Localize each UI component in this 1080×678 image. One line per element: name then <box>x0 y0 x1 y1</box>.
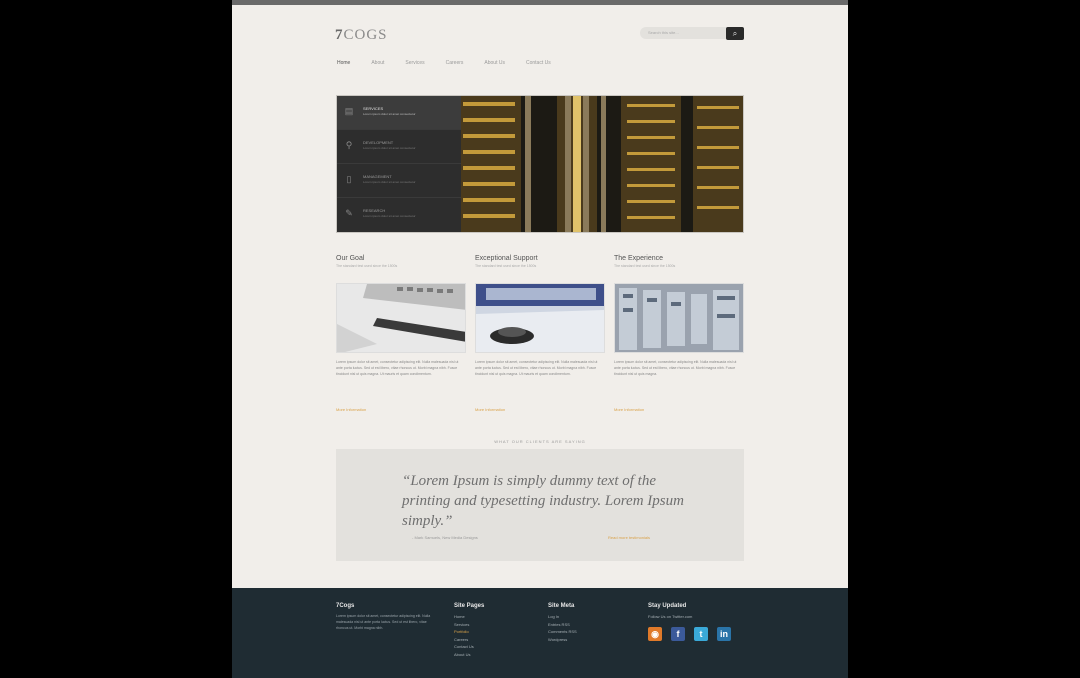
column-subheading: The standard test used since the 1500s <box>336 264 398 268</box>
logo-number: 7 <box>335 27 344 43</box>
nav-services[interactable]: Services <box>405 60 424 66</box>
slide-item-services[interactable]: ▤ SERVICES Lorem ipsum dolor sit amet co… <box>337 96 461 130</box>
footer-site-pages: Site Pages Home Services Portfolio Caree… <box>454 603 484 658</box>
footer-heading: Site Pages <box>454 603 485 609</box>
footer-about: 7Cogs Lorem ipsum dolor sit amet, consec… <box>336 603 434 631</box>
footer-link[interactable]: Contact Us <box>454 643 484 651</box>
slide-item-development[interactable]: ⚲ DEVELOPMENT Lorem ipsum dolor sit amet… <box>337 130 461 164</box>
testimonials-link[interactable]: Read more testimonials <box>608 535 650 540</box>
column-heading: The Experience <box>614 255 664 262</box>
social-links: ◉ f t in <box>648 626 731 641</box>
slide-title: MANAGEMENT <box>363 174 392 179</box>
footer-heading: Site Meta <box>548 603 575 609</box>
footer-link[interactable]: Wordpress <box>548 636 577 644</box>
nav-about-us[interactable]: About Us <box>484 60 505 66</box>
footer-stay-updated: Stay Updated Follow Us on Twitter.com ◉ … <box>648 603 731 641</box>
footer-link[interactable]: Careers <box>454 636 484 644</box>
phone-icon: ▯ <box>346 174 352 184</box>
column-image-datacenter <box>614 283 744 353</box>
twitter-icon[interactable]: t <box>694 626 708 641</box>
column-body: Lorem ipsum dolor sit amet, consectetur … <box>475 360 598 376</box>
linkedin-icon[interactable]: in <box>717 626 731 641</box>
facebook-icon[interactable]: f <box>671 626 685 641</box>
column-subheading: The standard test used since the 1500s <box>614 264 676 268</box>
column-body: Lorem ipsum dolor sit amet, consectetur … <box>336 360 459 376</box>
footer-link[interactable]: Comments RSS <box>548 628 577 636</box>
slide-subtitle: Lorem ipsum dolor sit amet consectetur <box>363 214 416 218</box>
rss-icon[interactable]: ◉ <box>648 626 662 641</box>
footer-updated-text: Follow Us on Twitter.com <box>648 614 693 619</box>
nav-careers[interactable]: Careers <box>446 60 464 66</box>
nav-about[interactable]: About <box>371 60 384 66</box>
slide-title: DEVELOPMENT <box>363 140 394 145</box>
site-logo[interactable]: 7COGS <box>335 27 388 44</box>
slide-item-research[interactable]: ✎ RESEARCH Lorem ipsum dolor sit amet co… <box>337 198 461 232</box>
footer-heading: 7Cogs <box>336 603 355 609</box>
footer-link[interactable]: Entries RSS <box>548 621 577 629</box>
nav-contact-us[interactable]: Contact Us <box>526 60 551 66</box>
feature-column-support: Exceptional Support The standard test us… <box>475 255 605 412</box>
nav-home[interactable]: Home <box>337 60 350 66</box>
feature-column-experience: The Experience The standard test used si… <box>614 255 744 412</box>
search-icon: ⌕ <box>732 29 738 38</box>
footer-link[interactable]: Portfolio <box>454 628 484 636</box>
footer-link[interactable]: About Us <box>454 651 484 659</box>
search-button[interactable]: ⌕ <box>726 27 744 40</box>
footer-link[interactable]: Home <box>454 613 484 621</box>
testimonial-quote: “Lorem Ipsum is simply dummy text of the… <box>402 473 684 529</box>
footer-site-meta: Site Meta Log In Entries RSS Comments RS… <box>548 603 577 643</box>
document-icon: ▤ <box>344 106 354 116</box>
more-info-link[interactable]: More Information <box>614 407 644 412</box>
logo-name: COGS <box>343 27 388 43</box>
column-image-office <box>475 283 605 353</box>
footer-heading: Stay Updated <box>648 603 687 609</box>
main-nav: Home About Services Careers About Us Con… <box>337 60 572 66</box>
magnifier-icon: ⚲ <box>345 140 353 150</box>
page: 7COGS Search this site... ⌕ Home About S… <box>232 0 848 678</box>
more-info-link[interactable]: More Information <box>475 407 505 412</box>
column-image-calculator <box>336 283 466 353</box>
hero-slider: ▤ SERVICES Lorem ipsum dolor sit amet co… <box>336 95 744 233</box>
more-info-link[interactable]: More Information <box>336 407 366 412</box>
footer-about-text: Lorem ipsum dolor sit amet, consectetur … <box>336 614 431 630</box>
footer-link[interactable]: Log In <box>548 613 577 621</box>
slide-subtitle: Lorem ipsum dolor sit amet consectetur <box>363 146 416 150</box>
slider-menu: ▤ SERVICES Lorem ipsum dolor sit amet co… <box>337 96 461 232</box>
pen-icon: ✎ <box>345 208 353 218</box>
column-body: Lorem ipsum dolor sit amet, consectetur … <box>614 360 737 376</box>
feature-column-goal: Our Goal The standard test used since th… <box>336 255 466 412</box>
testimonial-box: “Lorem Ipsum is simply dummy text of the… <box>336 449 744 561</box>
slide-item-management[interactable]: ▯ MANAGEMENT Lorem ipsum dolor sit amet … <box>337 164 461 198</box>
slide-image-server-racks <box>461 96 743 232</box>
slide-title: SERVICES <box>363 106 384 111</box>
clients-heading: WHAT OUR CLIENTS ARE SAYING <box>494 439 586 444</box>
slide-subtitle: Lorem ipsum dolor sit amet consectetur <box>363 180 416 184</box>
slide-title: RESEARCH <box>363 208 386 213</box>
column-subheading: The standard test used since the 1500s <box>475 264 537 268</box>
footer-link[interactable]: Services <box>454 621 484 629</box>
slide-subtitle: Lorem ipsum dolor sit amet consectetur <box>363 112 416 116</box>
column-heading: Our Goal <box>336 255 365 262</box>
search-input[interactable]: Search this site... <box>640 27 732 39</box>
testimonial-author: - Mark Samuels, New Media Designs <box>412 535 478 540</box>
column-heading: Exceptional Support <box>475 255 538 262</box>
site-footer: 7Cogs Lorem ipsum dolor sit amet, consec… <box>232 588 848 678</box>
